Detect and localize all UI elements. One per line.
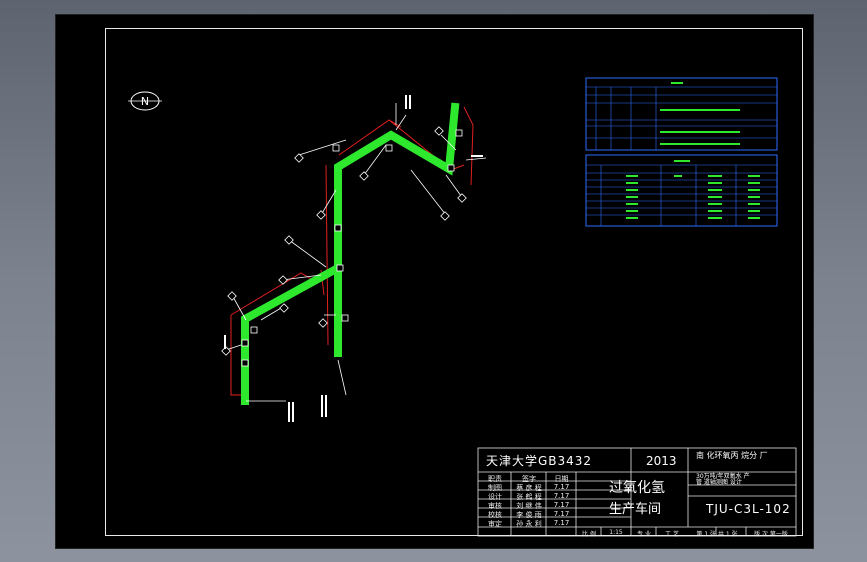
row-date: 7.17 — [553, 492, 570, 500]
drawing-sheet: N 天津大学GB3432 2013 南 化环氧丙 烷分 厂 30万吨/年双氧水 … — [55, 14, 814, 549]
north-arrow-icon: N — [128, 91, 162, 111]
school-label: 天津大学GB3432 — [486, 454, 593, 468]
footer-scale-label: 比 例 — [582, 531, 596, 538]
footer-scale-value: 1:15 — [609, 529, 623, 536]
row-date: 7.17 — [553, 501, 570, 509]
annotation-marks — [224, 95, 483, 422]
dimension-lines — [230, 106, 474, 396]
drawing-number: TJU-C3L-102 — [706, 502, 791, 516]
footer-discipline-label: 专 业 — [637, 531, 651, 538]
footer-discipline-value: 工 艺 — [665, 531, 679, 538]
row-date: 7.17 — [553, 510, 570, 518]
pipe-route — [241, 102, 460, 405]
footer-revision: 版 次 第一版 — [754, 531, 788, 538]
year-label: 2013 — [646, 454, 677, 468]
company-label: 南 化环氧丙 烷分 厂 — [696, 451, 768, 460]
callout-lines — [225, 103, 487, 402]
project-line2: 管 道轴测图 设计 — [696, 479, 742, 486]
row-role: 审定 — [488, 520, 502, 528]
footer-sheet-count: 第 1 张 共 1 张 — [696, 531, 738, 538]
drawing-title-line2: 生产车间 — [609, 502, 662, 517]
pipe-schedule-table — [585, 77, 778, 227]
row-date: 7.17 — [553, 483, 570, 491]
north-label: N — [141, 95, 149, 108]
isometric-pipe-drawing: N — [128, 77, 797, 537]
row-name: 孙 永 利 — [516, 520, 542, 528]
drawing-title-line1: 过氧化氢 — [609, 480, 665, 496]
row-date: 7.17 — [553, 519, 570, 527]
